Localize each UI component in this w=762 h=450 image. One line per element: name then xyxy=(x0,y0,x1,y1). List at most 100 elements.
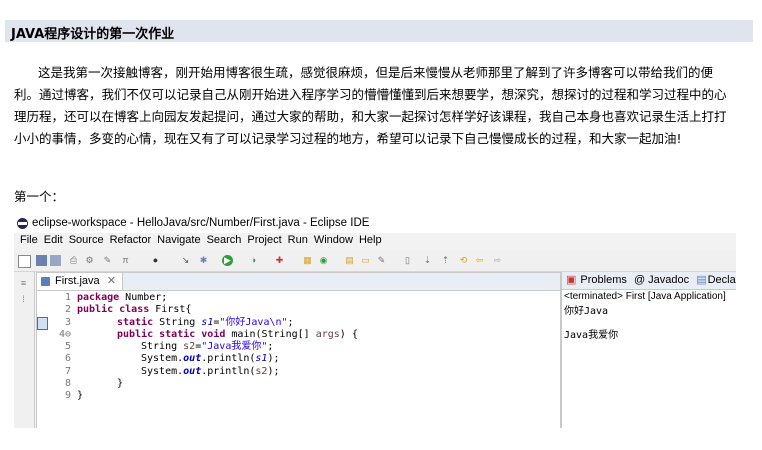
console-output[interactable]: 你好Java Java我爱你 xyxy=(564,306,618,342)
code-line: 4⊖ public static void main(String[] args)… xyxy=(37,329,358,341)
console-view: ▣Problems @ Javadoc ▤Declaratio <termina… xyxy=(561,272,736,428)
restore-icon[interactable]: ≡ xyxy=(18,278,29,289)
code-editor: First.java ✕ 1 package Number; 2 public cl… xyxy=(36,272,561,428)
search-icon[interactable]: ✎ xyxy=(376,255,387,266)
console-output-line: 你好Java xyxy=(564,306,609,317)
last-edit-icon[interactable]: ⟲ xyxy=(458,255,469,266)
ide-menubar: File Edit Source Refactor Navigate Search Proj… xyxy=(14,234,382,250)
edit-icon[interactable]: ✎ xyxy=(102,255,113,266)
user-icon[interactable]: ● xyxy=(150,255,161,266)
code-token: public static void xyxy=(117,328,226,340)
run-icon[interactable]: ▶ xyxy=(222,255,233,266)
code-token: out xyxy=(183,365,202,377)
print-icon[interactable]: ⎙ xyxy=(68,255,79,266)
menu-file[interactable]: File xyxy=(20,234,38,246)
back-icon[interactable]: ⇦ xyxy=(474,255,485,266)
code-token: .println( xyxy=(201,365,256,377)
code-line: 5 String s2="Java我爱你"; xyxy=(37,341,358,353)
console-output-line: Java我爱你 xyxy=(564,330,619,341)
external-tools-icon[interactable]: ✚ xyxy=(274,255,285,266)
ide-window-title-text: eclipse-workspace - HelloJava/src/Number… xyxy=(32,217,370,229)
save-icon[interactable] xyxy=(36,255,47,266)
close-icon[interactable]: ✕ xyxy=(107,275,116,287)
next-annotation-icon[interactable]: ⇣ xyxy=(422,255,433,266)
menu-run[interactable]: Run xyxy=(288,234,308,246)
code-line: 2 public class First{ xyxy=(37,304,358,316)
open-type-icon[interactable]: ▤ xyxy=(344,255,355,266)
code-line: 3 static String s1="你好Java\n"; xyxy=(37,316,358,330)
prev-annotation-icon[interactable]: ⇡ xyxy=(440,255,451,266)
error-marker-icon[interactable] xyxy=(37,316,48,330)
code-token: ); xyxy=(267,353,280,365)
code-token: System. xyxy=(141,353,184,365)
new-package-icon[interactable]: ▦ xyxy=(302,255,313,266)
debug-icon[interactable]: ✱ xyxy=(198,255,209,266)
code-line: 6 System.out.println(s1); xyxy=(37,353,358,365)
menu-search[interactable]: Search xyxy=(207,234,242,246)
editor-tab-first-java[interactable]: First.java ✕ xyxy=(37,273,123,290)
line-number: 2 xyxy=(64,304,71,316)
tab-problems[interactable]: Problems xyxy=(580,274,626,286)
code-token: args xyxy=(315,328,340,340)
code-token: .println( xyxy=(201,353,256,365)
editor-tab-row: First.java ✕ xyxy=(37,273,560,291)
code-token: "你好Java\n" xyxy=(219,316,288,328)
code-token: package xyxy=(77,292,120,303)
code-token: s1 xyxy=(255,353,268,365)
code-token: System. xyxy=(141,365,184,377)
code-content[interactable]: 1 package Number; 2 public class First{ 3s… xyxy=(37,292,358,403)
code-token: First{ xyxy=(149,304,192,316)
code-line: 1 package Number; xyxy=(37,292,358,304)
code-token: public class xyxy=(77,304,150,316)
article-title-bar: JAVA程序设计的第一次作业 xyxy=(5,20,753,42)
declaration-icon: ▤ xyxy=(696,274,707,286)
new-file-icon[interactable] xyxy=(18,255,31,268)
eclipse-logo-icon xyxy=(17,218,28,229)
eclipse-screenshot: eclipse-workspace - HelloJava/src/Number… xyxy=(14,215,736,428)
menu-project[interactable]: Project xyxy=(247,234,281,246)
menu-help[interactable]: Help xyxy=(359,234,382,246)
line-number: 4⊖ xyxy=(58,328,71,340)
code-token: out xyxy=(183,353,202,365)
skip-breakpoints-icon[interactable]: ↘ xyxy=(180,255,191,266)
menu-window[interactable]: Window xyxy=(314,234,353,246)
code-line: 7 System.out.println(s2); xyxy=(37,366,358,378)
menu-source[interactable]: Source xyxy=(69,234,104,246)
annotation-icon[interactable]: ▯ xyxy=(402,255,413,266)
code-token: ) { xyxy=(339,328,358,340)
line-number: 8 xyxy=(64,378,71,390)
code-token: "Java我爱你" xyxy=(201,341,268,353)
line-number: 9 xyxy=(64,390,71,402)
line-number: 5 xyxy=(64,341,71,353)
forward-icon[interactable]: ⇨ xyxy=(492,255,503,266)
line-number: 6 xyxy=(64,353,71,365)
code-token: ; xyxy=(267,341,274,353)
save-all-icon[interactable] xyxy=(50,255,61,266)
tab-declaration[interactable]: Declaratio xyxy=(708,274,736,286)
code-token: main(String[] xyxy=(225,328,316,340)
new-class-icon[interactable]: ◉ xyxy=(318,255,329,266)
menu-navigate[interactable]: Navigate xyxy=(157,234,200,246)
code-token: s2 xyxy=(183,341,196,353)
menu-refactor[interactable]: Refactor xyxy=(110,234,152,246)
console-terminated-status: <terminated> First [Java Application] xyxy=(564,291,726,302)
tab-javadoc[interactable]: @ Javadoc xyxy=(634,274,689,286)
code-token: } xyxy=(77,390,84,402)
java-file-icon xyxy=(41,277,50,286)
article-title[interactable]: JAVA程序设计的第一次作业 xyxy=(11,23,174,42)
line-number: 7 xyxy=(64,365,71,377)
code-token: Number; xyxy=(119,292,168,303)
coverage-icon[interactable]: ◑ xyxy=(248,255,259,266)
menu-edit[interactable]: Edit xyxy=(44,234,63,246)
editor-tab-label: First.java xyxy=(55,275,100,287)
pin-icon[interactable]: π xyxy=(120,255,131,266)
code-token: ; xyxy=(287,316,294,328)
article-paragraph: 这是我第一次接触博客，刚开始用博客很生疏，感觉很麻烦，但是后来慢慢从老师那里了解… xyxy=(14,65,727,146)
ide-window-title: eclipse-workspace - HelloJava/src/Number… xyxy=(14,215,736,233)
code-line: 8} xyxy=(37,378,358,390)
build-icon[interactable]: ⚙ xyxy=(84,255,95,266)
open-folder-icon[interactable]: ▭ xyxy=(360,255,371,266)
outline-icon[interactable]: ⁞ xyxy=(18,294,29,305)
line-number: 1 xyxy=(64,292,71,303)
